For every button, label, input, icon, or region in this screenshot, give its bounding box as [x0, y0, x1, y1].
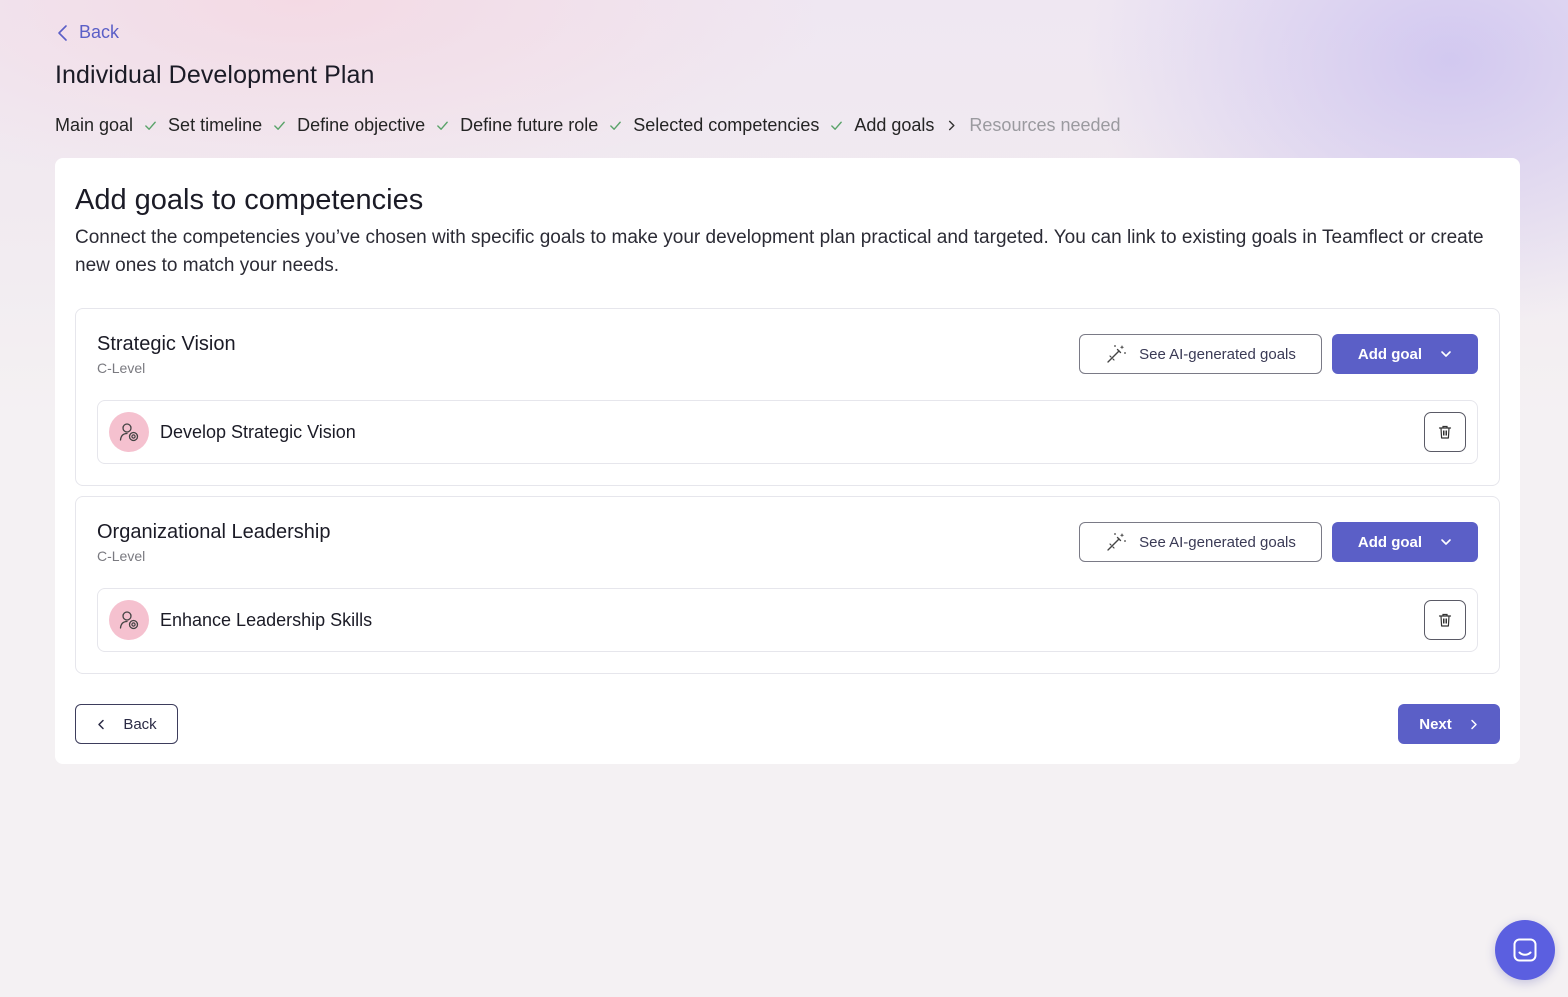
next-button[interactable]: Next	[1398, 704, 1500, 744]
chat-icon	[1513, 938, 1537, 962]
step-define-future-role[interactable]: Define future role	[460, 115, 598, 136]
page-title: Individual Development Plan	[55, 61, 375, 89]
magic-wand-icon	[1107, 533, 1126, 551]
chevron-down-icon	[1441, 351, 1451, 357]
see-ai-goals-button[interactable]: See AI-generated goals	[1079, 522, 1322, 562]
check-icon	[425, 119, 460, 132]
chat-launcher-button[interactable]	[1495, 920, 1555, 980]
step-resources-needed: Resources needed	[969, 115, 1121, 135]
check-icon	[133, 119, 168, 132]
see-ai-goals-label: See AI-generated goals	[1139, 345, 1296, 363]
magic-wand-icon	[1107, 345, 1126, 363]
trash-icon	[1438, 425, 1452, 439]
main-card: Add goals to competencies Connect the co…	[55, 158, 1520, 764]
add-goal-button[interactable]: Add goal	[1332, 522, 1478, 562]
competency-level: C-Level	[97, 548, 146, 564]
competency-name: Strategic Vision	[97, 333, 236, 355]
goal-title: Develop Strategic Vision	[160, 422, 356, 442]
section-description: Connect the competencies you’ve chosen w…	[75, 227, 1484, 276]
stepper: Main goal Set timeline Define objective …	[55, 115, 1121, 136]
chevron-left-icon	[98, 719, 105, 729]
section-title: Add goals to competencies	[75, 184, 424, 216]
see-ai-goals-label: See AI-generated goals	[1139, 533, 1296, 551]
chevron-right-icon	[934, 119, 969, 132]
next-label: Next	[1419, 715, 1452, 733]
competency-card-organizational-leadership: Organizational Leadership C-Level See AI…	[75, 496, 1500, 674]
step-define-objective[interactable]: Define objective	[297, 115, 425, 136]
header-back-label: Back	[79, 22, 120, 42]
step-set-timeline[interactable]: Set timeline	[168, 115, 262, 136]
header-back-link[interactable]: Back	[55, 22, 119, 43]
goal-title: Enhance Leadership Skills	[160, 610, 373, 630]
chevron-down-icon	[1441, 539, 1451, 545]
competency-name: Organizational Leadership	[97, 521, 331, 543]
competency-card-strategic-vision: Strategic Vision C-Level See AI-generate…	[75, 308, 1500, 486]
person-target-icon	[119, 611, 139, 630]
delete-goal-button[interactable]	[1424, 600, 1466, 640]
delete-goal-button[interactable]	[1424, 412, 1466, 452]
check-icon	[819, 119, 854, 132]
chevron-left-icon	[58, 24, 67, 41]
person-target-icon	[119, 423, 139, 442]
goal-row[interactable]: Enhance Leadership Skills	[97, 588, 1478, 652]
see-ai-goals-button[interactable]: See AI-generated goals	[1079, 334, 1322, 374]
check-icon	[598, 119, 633, 132]
goal-avatar	[109, 412, 149, 452]
step-main-goal[interactable]: Main goal	[55, 115, 133, 136]
add-goal-label: Add goal	[1357, 533, 1423, 551]
chevron-right-icon	[1471, 719, 1477, 729]
footer-back-label: Back	[123, 715, 157, 733]
step-add-goals[interactable]: Add goals	[854, 115, 934, 136]
competency-level: C-Level	[97, 360, 146, 376]
trash-icon	[1438, 613, 1452, 627]
add-goal-button[interactable]: Add goal	[1332, 334, 1478, 374]
step-selected-competencies[interactable]: Selected competencies	[633, 115, 819, 136]
add-goal-label: Add goal	[1357, 345, 1423, 363]
check-icon	[262, 119, 297, 132]
goal-row[interactable]: Develop Strategic Vision	[97, 400, 1478, 464]
footer-back-button[interactable]: Back	[75, 704, 178, 744]
goal-avatar	[109, 600, 149, 640]
